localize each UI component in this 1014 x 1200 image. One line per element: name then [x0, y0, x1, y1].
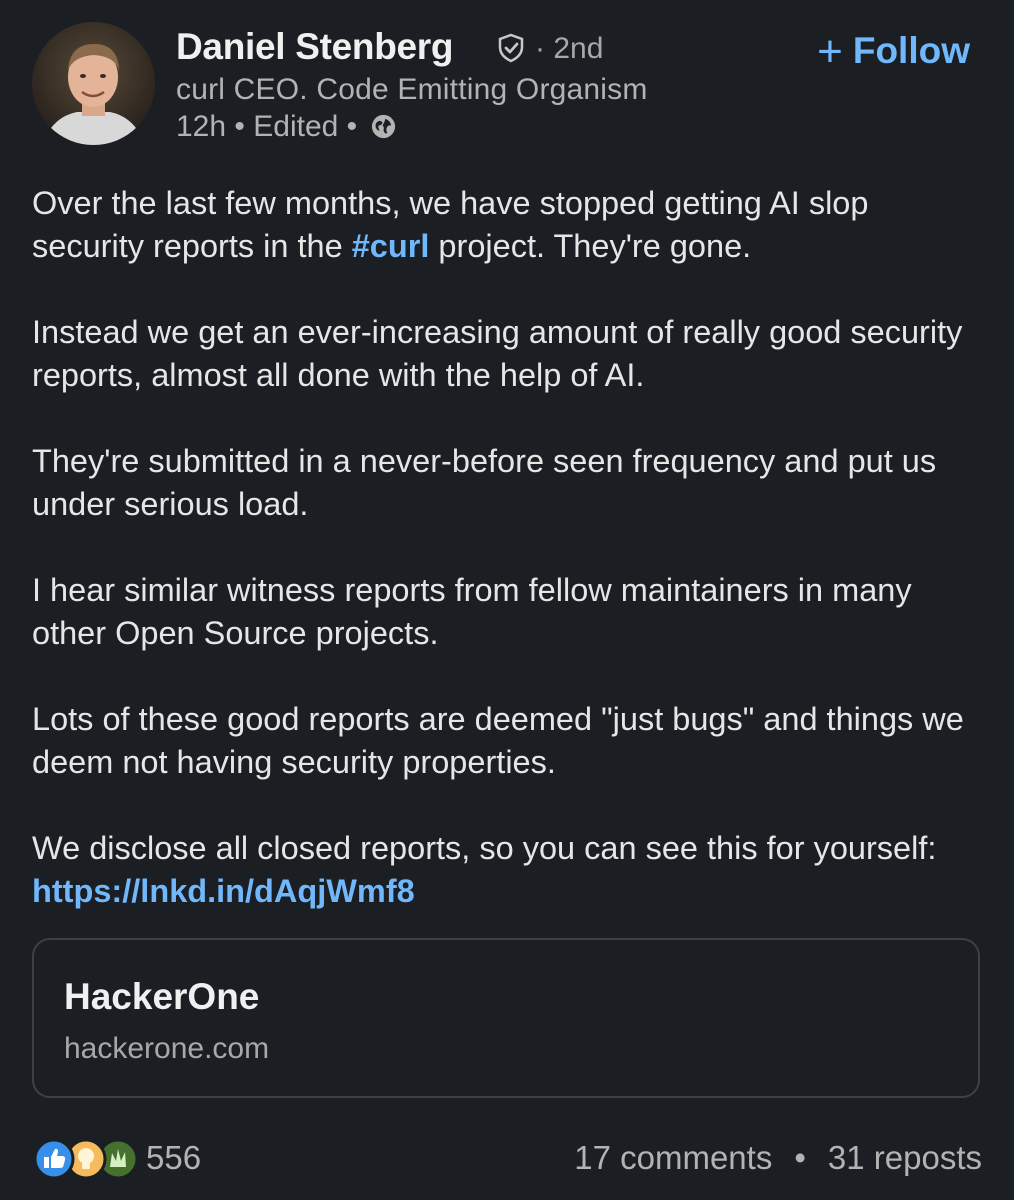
link-card-domain: hackerone.com	[64, 1032, 270, 1065]
reaction-count: 556	[146, 1139, 202, 1176]
plus-icon: +	[817, 27, 843, 76]
post-paragraph: I hear similar witness reports from fell…	[32, 572, 912, 651]
link-preview-card[interactable]: HackerOne hackerone.com	[32, 938, 980, 1098]
avatar-image	[32, 22, 155, 145]
post-url-link[interactable]: https://lnkd.in/dAqjWmf8	[32, 873, 415, 909]
post-paragraph: We disclose all closed reports, so you c…	[32, 827, 982, 913]
edited-label: Edited	[253, 110, 339, 143]
connection-degree: · 2nd	[535, 32, 604, 65]
post-time: 12h	[176, 110, 227, 143]
hashtag-link[interactable]: #curl	[352, 228, 430, 264]
meta-separator: •	[346, 110, 358, 143]
count-separator: •	[794, 1139, 806, 1176]
reaction-icons	[33, 1138, 139, 1180]
author-avatar[interactable]	[32, 22, 155, 145]
like-icon	[33, 1138, 75, 1180]
post-text: We disclose all closed reports, so you c…	[32, 830, 937, 866]
post-body: Over the last few months, we have stoppe…	[32, 182, 982, 913]
social-counts: 17 comments • 31 reposts	[574, 1139, 982, 1177]
globe-icon	[371, 114, 395, 139]
linkedin-post: Daniel Stenberg · 2nd curl CEO. Code Emi…	[0, 0, 1014, 1200]
link-card-title: HackerOne	[64, 976, 260, 1017]
verified-shield-icon	[498, 33, 524, 63]
post-text: project. They're gone.	[429, 228, 752, 264]
post-paragraph: Over the last few months, we have stoppe…	[32, 182, 982, 268]
follow-label: Follow	[852, 30, 970, 71]
author-name[interactable]: Daniel Stenberg	[176, 26, 453, 68]
comments-count-link[interactable]: 17 comments	[574, 1139, 772, 1176]
post-meta: 12h • Edited •	[176, 110, 397, 144]
post-paragraph: Lots of these good reports are deemed "j…	[32, 701, 964, 780]
post-paragraph: Instead we get an ever-increasing amount…	[32, 314, 963, 393]
author-headline: curl CEO. Code Emitting Organism	[176, 73, 648, 106]
meta-separator: •	[234, 110, 254, 143]
reposts-count-link[interactable]: 31 reposts	[828, 1139, 982, 1176]
follow-button[interactable]: + Follow	[817, 27, 970, 77]
post-paragraph: They're submitted in a never-before seen…	[32, 443, 937, 522]
